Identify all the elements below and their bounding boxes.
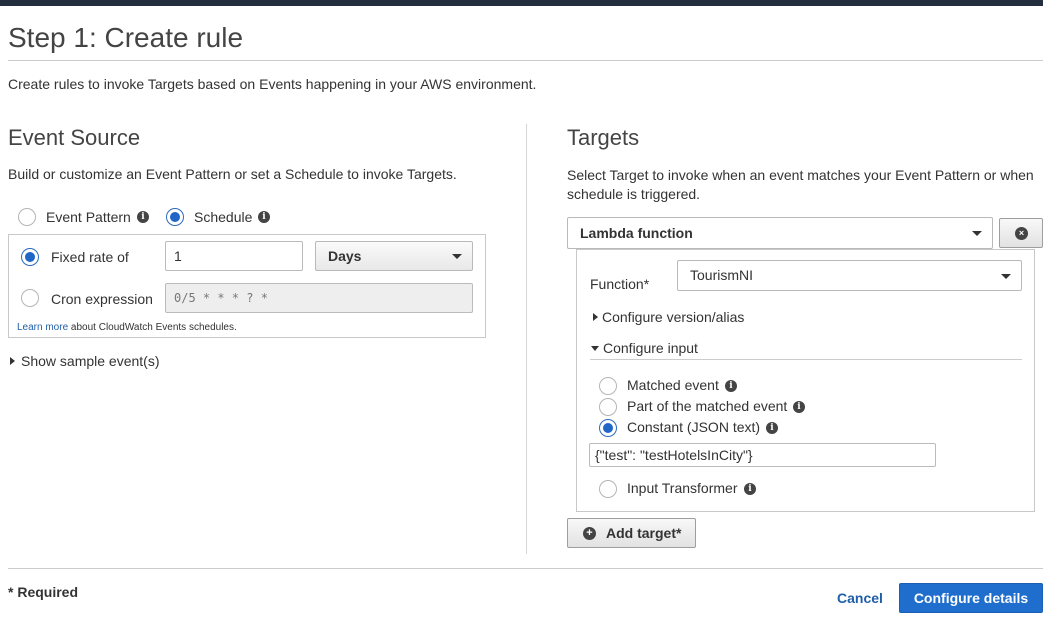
cron-expression-radio[interactable] bbox=[21, 289, 39, 307]
chevron-down-icon bbox=[1001, 273, 1011, 279]
title-divider bbox=[8, 60, 1043, 61]
event-source-heading: Event Source bbox=[8, 125, 141, 150]
part-matched-radio[interactable] bbox=[599, 398, 617, 416]
function-label: Function* bbox=[590, 276, 650, 292]
event-pattern-radio[interactable] bbox=[18, 208, 36, 226]
fixed-rate-radio[interactable] bbox=[21, 248, 39, 266]
add-target-label: Add target* bbox=[606, 525, 682, 541]
event-pattern-info-icon[interactable]: i bbox=[137, 211, 149, 223]
page-title: Step 1: Create rule bbox=[8, 22, 244, 53]
configure-input-toggle[interactable]: Configure input bbox=[591, 340, 698, 356]
rate-unit-select[interactable]: Days bbox=[315, 241, 473, 271]
input-transformer-info-icon[interactable]: i bbox=[744, 483, 756, 495]
matched-event-radio[interactable] bbox=[599, 377, 617, 395]
rate-unit-value: Days bbox=[328, 248, 362, 264]
column-divider bbox=[526, 124, 527, 554]
fixed-rate-label[interactable]: Fixed rate of bbox=[51, 249, 129, 265]
required-note: * Required bbox=[8, 584, 79, 600]
targets-heading: Targets bbox=[567, 125, 640, 150]
matched-event-info-icon[interactable]: i bbox=[725, 380, 737, 392]
cron-expression-label[interactable]: Cron expression bbox=[51, 291, 153, 307]
schedule-label[interactable]: Schedule bbox=[194, 209, 252, 225]
add-target-button[interactable]: + Add target* bbox=[567, 518, 696, 548]
chevron-down-icon bbox=[972, 231, 982, 236]
learn-more-link[interactable]: Learn more bbox=[17, 322, 68, 333]
configure-version-label: Configure version/alias bbox=[602, 309, 745, 325]
matched-event-label[interactable]: Matched event bbox=[627, 377, 719, 393]
cron-expression-input[interactable] bbox=[165, 283, 473, 313]
page-description: Create rules to invoke Targets based on … bbox=[8, 76, 537, 92]
chevron-down-icon bbox=[452, 254, 462, 259]
event-source-description: Build or customize an Event Pattern or s… bbox=[8, 166, 457, 182]
configure-details-button[interactable]: Configure details bbox=[899, 583, 1043, 613]
part-matched-info-icon[interactable]: i bbox=[793, 401, 805, 413]
constant-json-label[interactable]: Constant (JSON text) bbox=[627, 419, 760, 435]
target-type-select[interactable]: Lambda function bbox=[567, 217, 993, 249]
top-navigation-bar bbox=[0, 0, 1043, 6]
function-select[interactable]: TourismNI bbox=[677, 260, 1022, 291]
learn-more-text: about CloudWatch Events schedules. bbox=[68, 322, 237, 333]
input-transformer-radio[interactable] bbox=[599, 480, 617, 498]
constant-json-info-icon[interactable]: i bbox=[766, 422, 778, 434]
caret-right-icon bbox=[593, 313, 598, 321]
plus-icon: + bbox=[583, 527, 596, 540]
caret-down-icon bbox=[591, 346, 599, 351]
part-matched-label[interactable]: Part of the matched event bbox=[627, 398, 787, 414]
show-sample-toggle[interactable]: Show sample event(s) bbox=[10, 353, 160, 369]
footer-divider bbox=[8, 568, 1043, 569]
function-value: TourismNI bbox=[690, 267, 754, 283]
constant-json-input[interactable] bbox=[589, 443, 936, 467]
configure-input-label: Configure input bbox=[603, 340, 698, 356]
targets-description: Select Target to invoke when an event ma… bbox=[567, 167, 1034, 202]
constant-json-radio[interactable] bbox=[599, 419, 617, 437]
show-sample-label: Show sample event(s) bbox=[21, 353, 160, 369]
target-type-value: Lambda function bbox=[580, 225, 693, 241]
configure-version-toggle[interactable]: Configure version/alias bbox=[593, 309, 744, 325]
remove-target-button[interactable]: × bbox=[999, 218, 1043, 248]
cancel-link[interactable]: Cancel bbox=[837, 590, 883, 606]
caret-right-icon bbox=[10, 357, 15, 365]
input-transformer-label[interactable]: Input Transformer bbox=[627, 480, 738, 496]
schedule-info-icon[interactable]: i bbox=[258, 211, 270, 223]
fixed-rate-input[interactable] bbox=[165, 241, 303, 271]
learn-more-note: Learn more about CloudWatch Events sched… bbox=[17, 322, 237, 333]
close-icon: × bbox=[1015, 227, 1028, 240]
schedule-radio[interactable] bbox=[166, 208, 184, 226]
configure-input-divider bbox=[590, 359, 1022, 360]
event-pattern-label[interactable]: Event Pattern bbox=[46, 209, 131, 225]
